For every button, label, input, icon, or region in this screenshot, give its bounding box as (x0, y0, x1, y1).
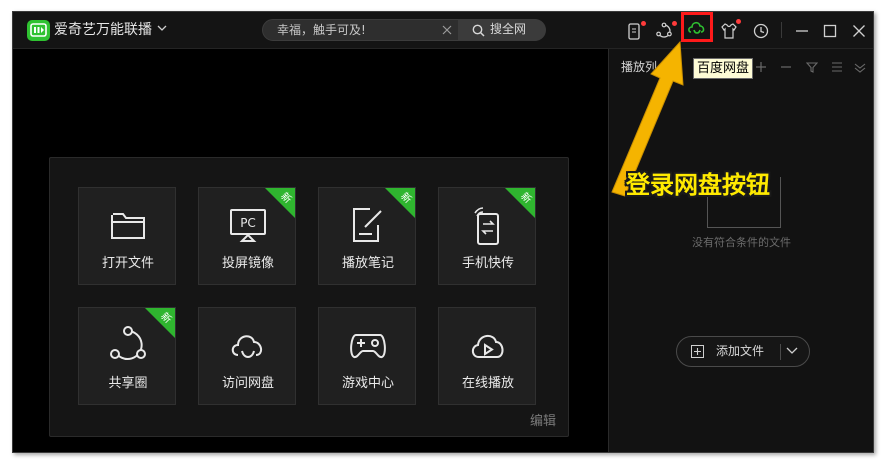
annotation-label: 登录网盘按钮 (626, 171, 770, 199)
annotation-arrow (611, 40, 684, 197)
